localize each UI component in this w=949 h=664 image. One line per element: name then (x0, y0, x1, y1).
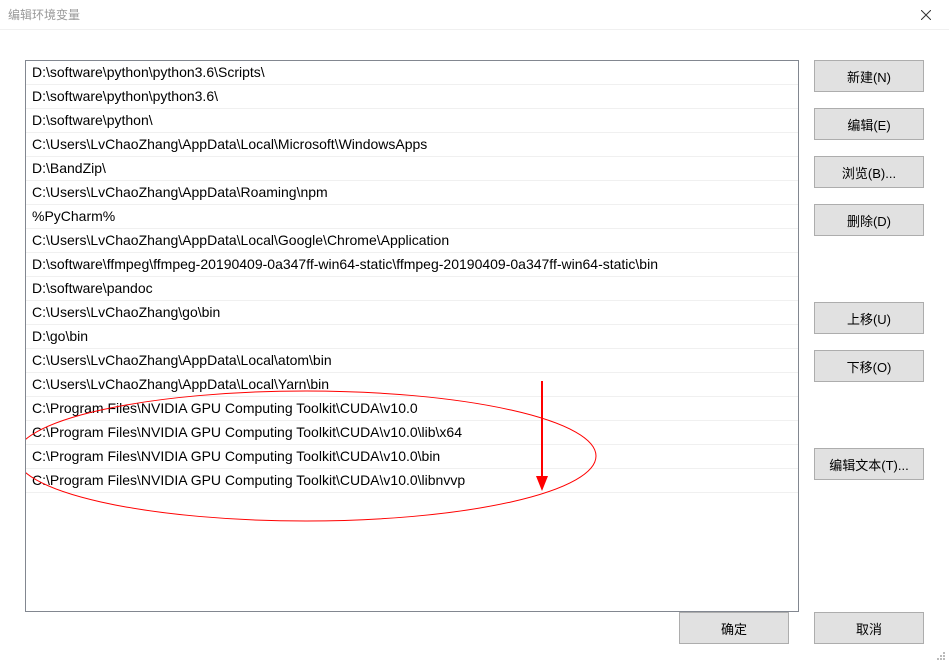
list-item[interactable]: C:\Program Files\NVIDIA GPU Computing To… (26, 445, 798, 469)
titlebar: 编辑环境变量 (0, 0, 949, 30)
list-item[interactable]: D:\software\python\ (26, 109, 798, 133)
list-item[interactable]: D:\software\python\python3.6\ (26, 85, 798, 109)
browse-button[interactable]: 浏览(B)... (814, 156, 924, 188)
list-item[interactable]: C:\Users\LvChaoZhang\AppData\Roaming\npm (26, 181, 798, 205)
list-item[interactable]: C:\Users\LvChaoZhang\AppData\Local\Googl… (26, 229, 798, 253)
list-item-empty[interactable] (26, 493, 798, 499)
edit-button[interactable]: 编辑(E) (814, 108, 924, 140)
delete-button[interactable]: 删除(D) (814, 204, 924, 236)
close-icon (921, 10, 931, 20)
cancel-button[interactable]: 取消 (814, 612, 924, 644)
list-item[interactable]: D:\BandZip\ (26, 157, 798, 181)
list-item[interactable]: D:\software\ffmpeg\ffmpeg-20190409-0a347… (26, 253, 798, 277)
move-up-button[interactable]: 上移(U) (814, 302, 924, 334)
resize-grip-icon[interactable] (935, 650, 947, 662)
list-item[interactable]: C:\Program Files\NVIDIA GPU Computing To… (26, 469, 798, 493)
list-item[interactable]: C:\Users\LvChaoZhang\AppData\Local\Yarn\… (26, 373, 798, 397)
list-item[interactable]: C:\Users\LvChaoZhang\AppData\Local\atom\… (26, 349, 798, 373)
list-item[interactable]: D:\software\python\python3.6\Scripts\ (26, 61, 798, 85)
footer: 确定 取消 (0, 612, 949, 664)
list-item[interactable]: C:\Program Files\NVIDIA GPU Computing To… (26, 421, 798, 445)
list-item[interactable]: C:\Users\LvChaoZhang\AppData\Local\Micro… (26, 133, 798, 157)
move-down-button[interactable]: 下移(O) (814, 350, 924, 382)
path-listbox[interactable]: D:\software\python\python3.6\Scripts\ D:… (25, 60, 799, 612)
list-item[interactable]: D:\software\pandoc (26, 277, 798, 301)
list-item[interactable]: C:\Users\LvChaoZhang\go\bin (26, 301, 798, 325)
content-area: D:\software\python\python3.6\Scripts\ D:… (0, 30, 949, 612)
list-item[interactable]: C:\Program Files\NVIDIA GPU Computing To… (26, 397, 798, 421)
window-title: 编辑环境变量 (8, 6, 80, 23)
sidebar-buttons: 新建(N) 编辑(E) 浏览(B)... 删除(D) 上移(U) 下移(O) 编… (814, 60, 924, 612)
edit-text-button[interactable]: 编辑文本(T)... (814, 448, 924, 480)
close-button[interactable] (903, 0, 949, 30)
list-item[interactable]: D:\go\bin (26, 325, 798, 349)
list-item[interactable]: %PyCharm% (26, 205, 798, 229)
ok-button[interactable]: 确定 (679, 612, 789, 644)
new-button[interactable]: 新建(N) (814, 60, 924, 92)
